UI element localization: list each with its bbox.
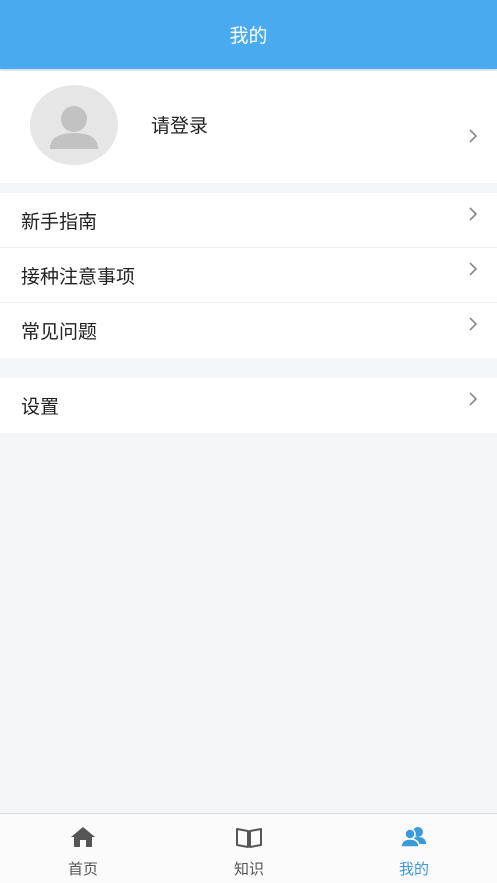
- chevron-right-icon: [467, 391, 479, 407]
- login-prompt[interactable]: 请登录: [151, 111, 208, 138]
- page-title: 我的: [229, 25, 268, 47]
- home-icon: [68, 823, 98, 851]
- chevron-right-icon: [467, 316, 479, 332]
- book-icon: [234, 823, 264, 851]
- user-avatar-icon: [50, 106, 98, 149]
- menu-group-main: 新手指南 接种注意事项 常见问题: [0, 193, 497, 358]
- users-icon: [399, 823, 429, 851]
- menu-item-label: 设置: [21, 396, 60, 418]
- menu-item-beginner-guide[interactable]: 新手指南: [0, 193, 497, 248]
- menu-item-label: 常见问题: [21, 321, 98, 343]
- menu-item-faq[interactable]: 常见问题: [0, 303, 497, 358]
- menu-group-settings: 设置: [0, 378, 497, 433]
- bottom-tab-bar: 首页 知识 我的: [0, 813, 497, 883]
- menu-item-label: 接种注意事项: [21, 265, 136, 288]
- tab-label: 我的: [398, 860, 429, 878]
- top-bar: 我的: [0, 0, 497, 69]
- chevron-right-icon: [467, 261, 479, 277]
- chevron-right-icon: [467, 128, 479, 144]
- tab-label: 知识: [233, 860, 264, 878]
- tab-knowledge[interactable]: 知识: [166, 814, 332, 883]
- tab-label: 首页: [67, 860, 98, 878]
- profile-card[interactable]: 请登录: [0, 71, 497, 183]
- chevron-right-icon: [467, 206, 479, 222]
- menu-item-vaccination-notes[interactable]: 接种注意事项: [0, 248, 497, 303]
- menu-item-settings[interactable]: 设置: [0, 378, 497, 433]
- tab-mine[interactable]: 我的: [331, 814, 497, 883]
- menu-item-label: 新手指南: [21, 210, 98, 233]
- tab-home[interactable]: 首页: [0, 814, 166, 883]
- avatar[interactable]: [30, 85, 118, 165]
